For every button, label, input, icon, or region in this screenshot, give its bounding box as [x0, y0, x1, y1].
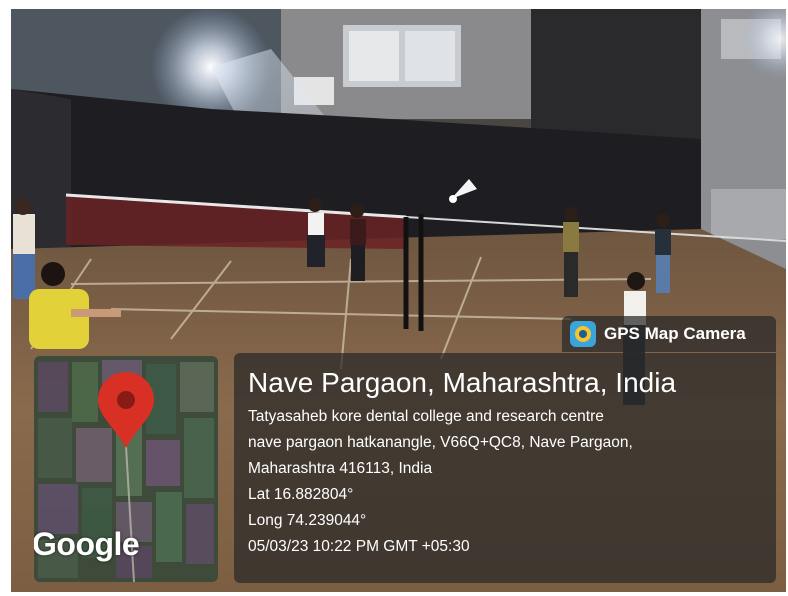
gps-map-camera-icon	[570, 321, 596, 347]
datetime: 05/03/23 10:22 PM GMT +05:30	[248, 538, 470, 555]
photo-frame: Google GPS Map Camera Nave Pargaon, Maha…	[11, 9, 786, 592]
latitude: Lat 16.882804°	[248, 486, 354, 503]
map-thumbnail[interactable]: Google	[34, 356, 218, 582]
address-line-3: Maharashtra 416113, India	[248, 460, 433, 477]
longitude: Long 74.239044°	[248, 512, 367, 529]
location-title: Nave Pargaon, Maharashtra, India	[248, 367, 677, 398]
app-label: GPS Map Camera	[604, 324, 746, 343]
address-line-1: Tatyasaheb kore dental college and resea…	[248, 408, 604, 425]
address-line-2: nave pargaon hatkanangle, V66Q+QC8, Nave…	[248, 434, 633, 451]
gps-map-camera-tag: GPS Map Camera	[562, 316, 776, 352]
location-info-panel: Nave Pargaon, Maharashtra, India Tatyasa…	[234, 353, 776, 583]
google-logo: Google	[34, 526, 140, 562]
